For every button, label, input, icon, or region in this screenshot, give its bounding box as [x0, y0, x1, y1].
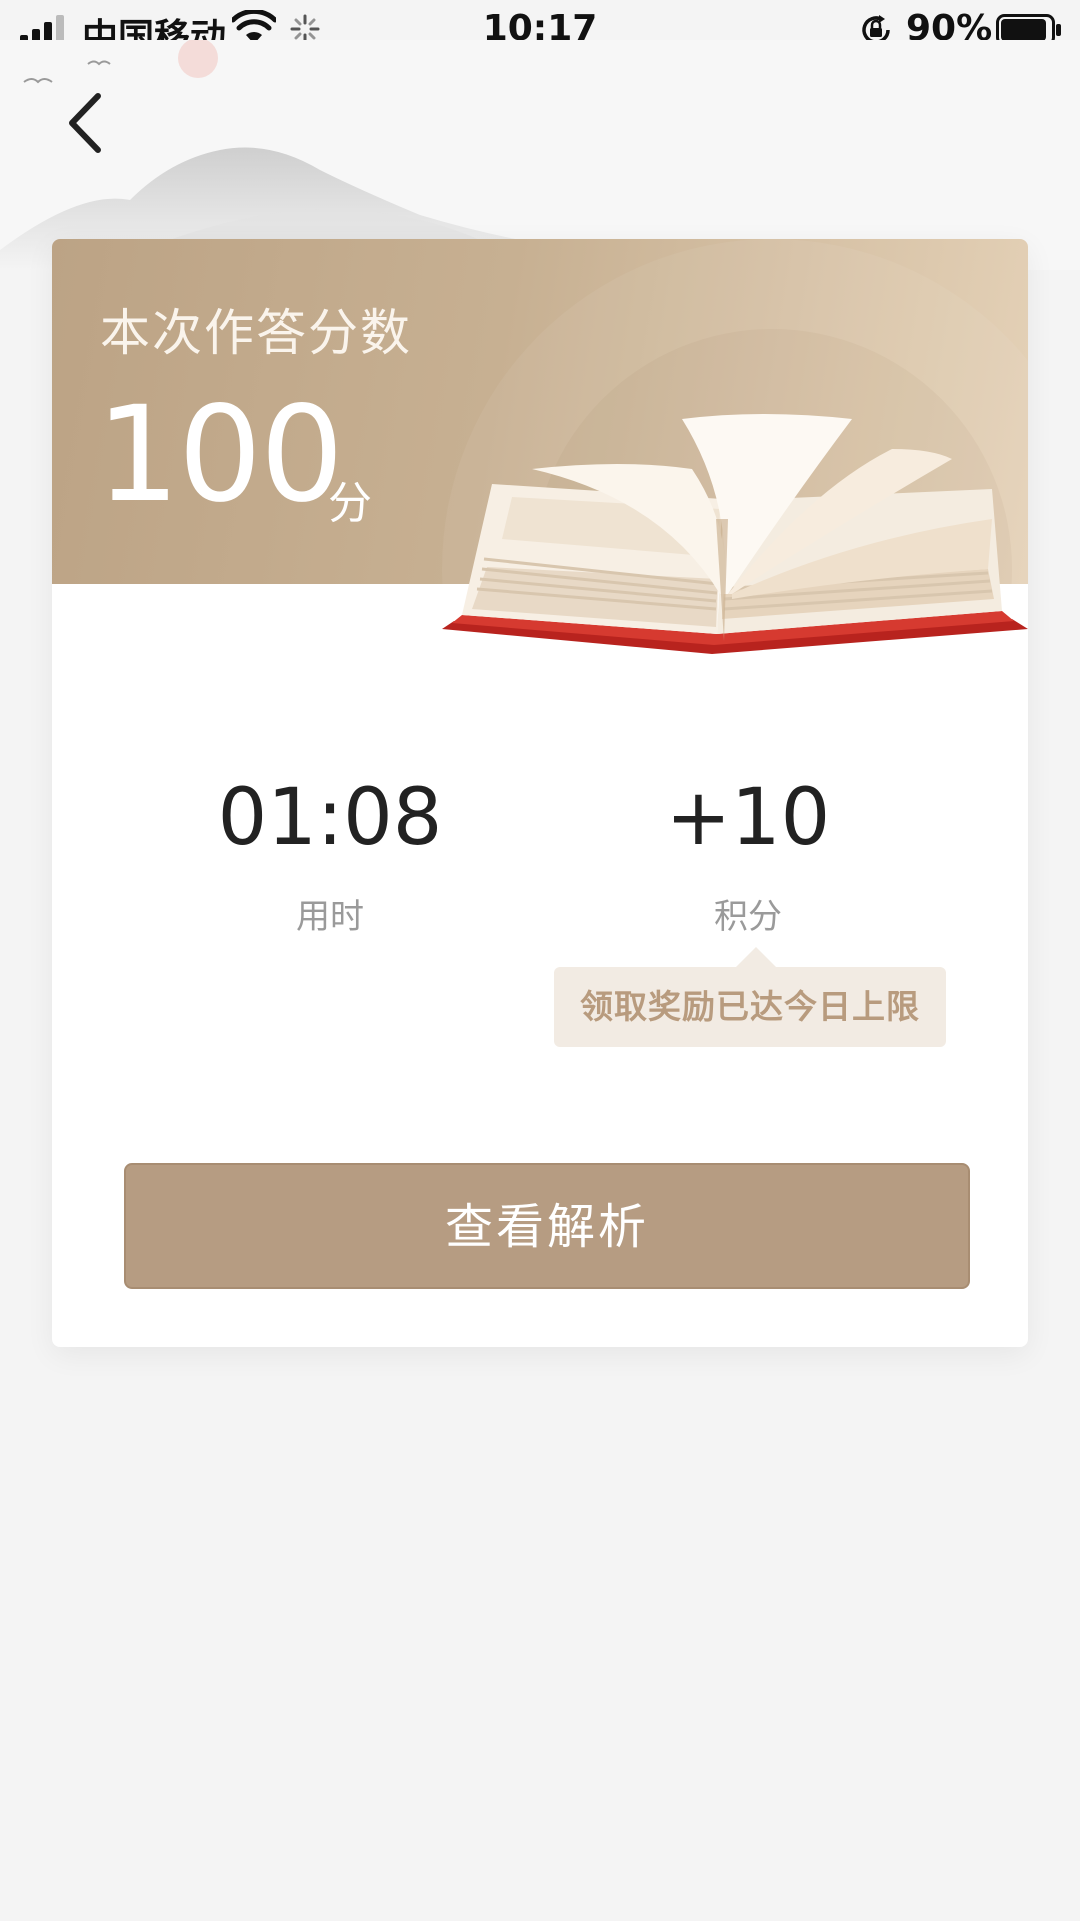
reward-limit-tooltip: 领取奖励已达今日上限 [554, 967, 946, 1047]
back-button[interactable] [58, 88, 112, 158]
landscape-illustration [0, 40, 1080, 270]
score-label: 本次作答分数 [100, 304, 412, 362]
result-card: 本次作答分数 100 分 01:08 用时 +10 积分 领取奖励已达今日上限 … [52, 239, 1028, 1347]
open-book-illustration [442, 414, 1028, 654]
score-value: 100 [96, 378, 344, 532]
time-used-value: 01:08 [217, 773, 443, 863]
tooltip-arrow [736, 947, 776, 967]
points-label: 积分 [714, 897, 782, 937]
score-unit: 分 [328, 478, 372, 529]
view-analysis-button[interactable]: 查看解析 [124, 1163, 970, 1289]
points-value: +10 [665, 773, 831, 863]
time-used-label: 用时 [296, 897, 364, 937]
